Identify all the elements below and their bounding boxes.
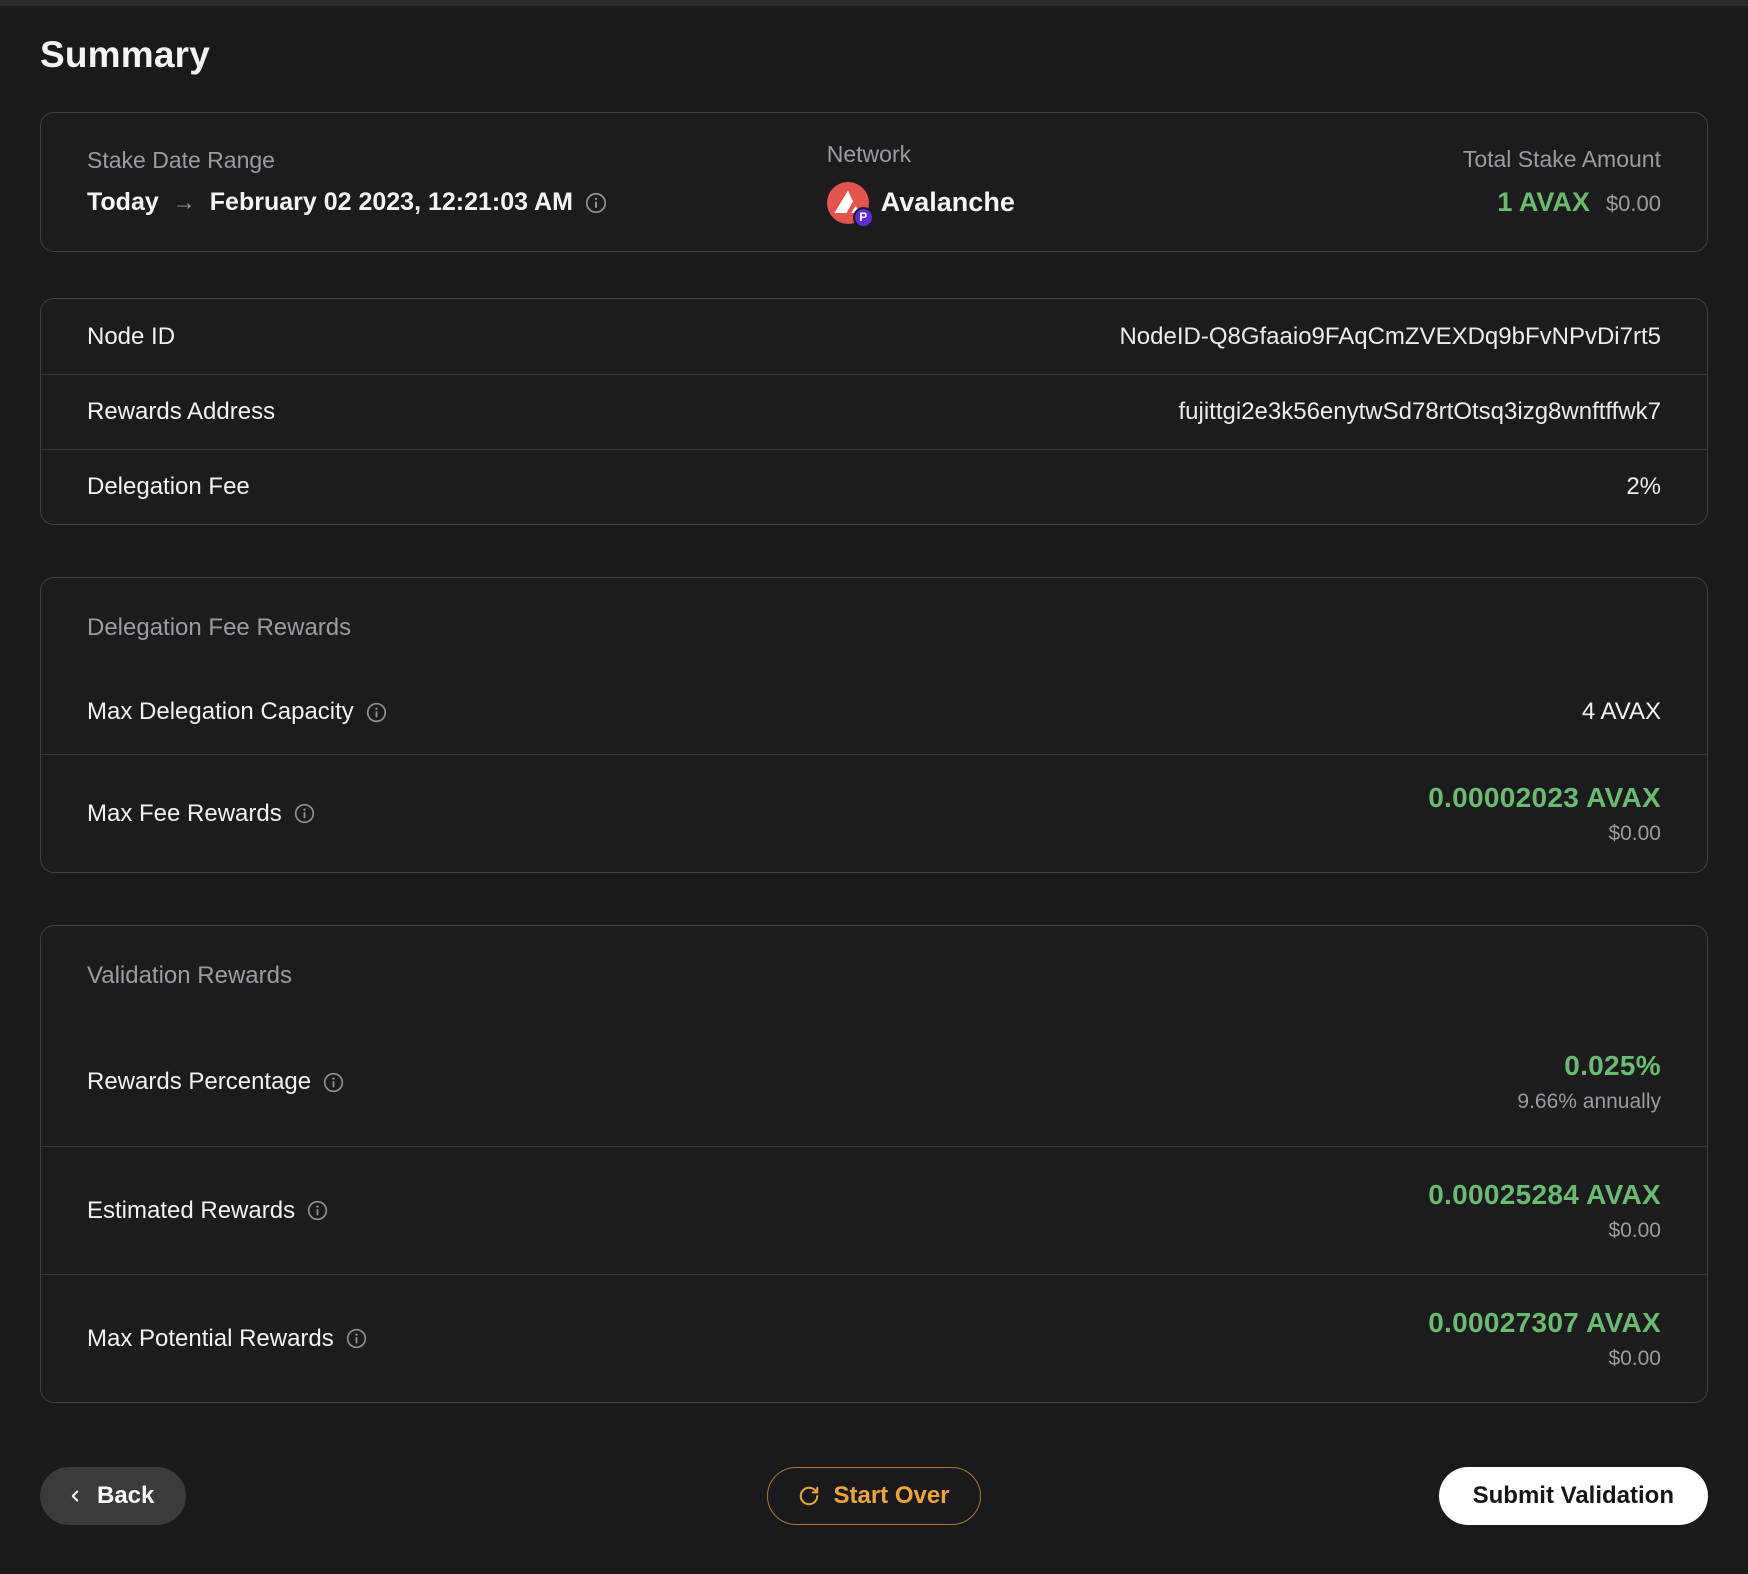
info-icon	[366, 702, 386, 722]
network: Network P Avalanche	[826, 140, 1463, 228]
max-potential-rewards-value: 0.00027307 AVAX	[1428, 1306, 1661, 1338]
info-icon	[307, 1200, 328, 1221]
rewards-address-value: fujittgi2e3k56enytwSd78rtOtsq3izg8wnftff…	[1178, 398, 1662, 425]
stake-date-to: February 02 2023, 12:21:03 AM	[209, 188, 573, 216]
validation-rewards-header: Validation Rewards	[87, 962, 292, 989]
rewards-percentage-annual: 9.66% annually	[1517, 1090, 1661, 1113]
total-stake: Total Stake Amount 1 AVAX $0.00	[1463, 146, 1661, 218]
rewards-percentage-info-icon[interactable]	[323, 1072, 344, 1093]
node-id-label: Node ID	[87, 322, 176, 350]
network-label: Network	[826, 140, 912, 167]
max-delegation-capacity-row: Max Delegation Capacity 4 AVAX	[41, 670, 1707, 754]
table-row-node-id: Node ID NodeID-Q8Gfaaio9FAqCmZVEXDq9bFvN…	[41, 299, 1707, 374]
start-over-button-label: Start Over	[833, 1482, 950, 1509]
stake-date-range: Stake Date Range Today → February 02 202…	[87, 147, 827, 217]
max-fee-rewards-usd: $0.00	[1608, 821, 1661, 845]
max-delegation-capacity-label: Max Delegation Capacity	[87, 698, 354, 725]
max-potential-rewards-info-icon[interactable]	[346, 1328, 367, 1349]
estimated-rewards-label: Estimated Rewards	[87, 1196, 296, 1224]
delegation-fee-value: 2%	[1626, 473, 1661, 500]
info-icon	[585, 192, 607, 213]
estimated-rewards-info-icon[interactable]	[307, 1200, 328, 1221]
stake-date-range-label: Stake Date Range	[87, 147, 275, 173]
rewards-percentage-label: Rewards Percentage	[87, 1068, 312, 1095]
submit-validation-button-label: Submit Validation	[1472, 1482, 1674, 1509]
delegation-fee-rewards-card: Delegation Fee Rewards Max Delegation Ca…	[40, 577, 1708, 873]
overview-card: Stake Date Range Today → February 02 202…	[40, 112, 1708, 252]
info-icon	[346, 1328, 366, 1349]
max-potential-rewards-label: Max Potential Rewards	[87, 1324, 334, 1352]
p-chain-badge: P	[852, 206, 874, 228]
footer-actions: Back Start Over Submit Validation	[40, 1467, 1708, 1525]
total-stake-amount: 1 AVAX	[1497, 187, 1590, 217]
estimated-rewards-usd: $0.00	[1608, 1218, 1661, 1242]
restart-icon	[800, 1486, 819, 1506]
rewards-percentage-row: Rewards Percentage 0.025% 9.66% annually	[41, 1018, 1707, 1146]
max-potential-rewards-row: Max Potential Rewards 0.00027307 AVAX $0…	[41, 1274, 1707, 1402]
avalanche-icon: P	[826, 181, 874, 228]
total-stake-usd: $0.00	[1605, 191, 1661, 216]
top-edge	[0, 0, 1748, 6]
max-fee-rewards-label: Max Fee Rewards	[87, 799, 282, 827]
max-delegation-capacity-value: 4 AVAX	[1581, 698, 1661, 725]
info-icon	[323, 1072, 344, 1092]
table-row-delegation-fee: Delegation Fee 2%	[41, 449, 1707, 524]
arrow-right-icon: →	[172, 189, 196, 215]
estimated-rewards-value: 0.00025284 AVAX	[1428, 1178, 1661, 1210]
rewards-percentage-value: 0.025%	[1564, 1050, 1661, 1081]
validation-rewards-card: Validation Rewards Rewards Percentage 0.…	[40, 925, 1708, 1403]
delegation-fee-label: Delegation Fee	[87, 473, 250, 500]
back-button-label: Back	[97, 1482, 155, 1509]
node-details-card: Node ID NodeID-Q8Gfaaio9FAqCmZVEXDq9bFvN…	[40, 298, 1708, 525]
start-over-button[interactable]: Start Over	[767, 1467, 981, 1525]
network-name: Avalanche	[880, 187, 1015, 217]
info-icon	[294, 803, 314, 824]
page-title: Summary	[40, 34, 211, 75]
max-fee-rewards-value: 0.00002023 AVAX	[1428, 781, 1661, 813]
back-button[interactable]: Back	[40, 1467, 187, 1525]
total-stake-label: Total Stake Amount	[1462, 146, 1661, 172]
table-row-rewards-address: Rewards Address fujittgi2e3k56enytwSd78r…	[41, 374, 1707, 449]
estimated-rewards-row: Estimated Rewards 0.00025284 AVAX $0.00	[41, 1146, 1707, 1274]
max-delegation-capacity-info-icon[interactable]	[366, 702, 387, 723]
max-potential-rewards-usd: $0.00	[1608, 1346, 1661, 1370]
node-id-value: NodeID-Q8Gfaaio9FAqCmZVEXDq9bFvNPvDi7rt5	[1119, 322, 1661, 350]
stake-date-from: Today	[87, 188, 159, 216]
delegation-fee-rewards-header: Delegation Fee Rewards	[87, 614, 352, 641]
submit-validation-button[interactable]: Submit Validation	[1438, 1467, 1708, 1525]
max-fee-rewards-row: Max Fee Rewards 0.00002023 AVAX $0.00	[41, 754, 1707, 872]
max-fee-rewards-info-icon[interactable]	[294, 803, 315, 824]
date-range-info-icon[interactable]	[585, 192, 607, 214]
rewards-address-label: Rewards Address	[87, 398, 276, 425]
chevron-left-icon	[71, 1490, 79, 1502]
